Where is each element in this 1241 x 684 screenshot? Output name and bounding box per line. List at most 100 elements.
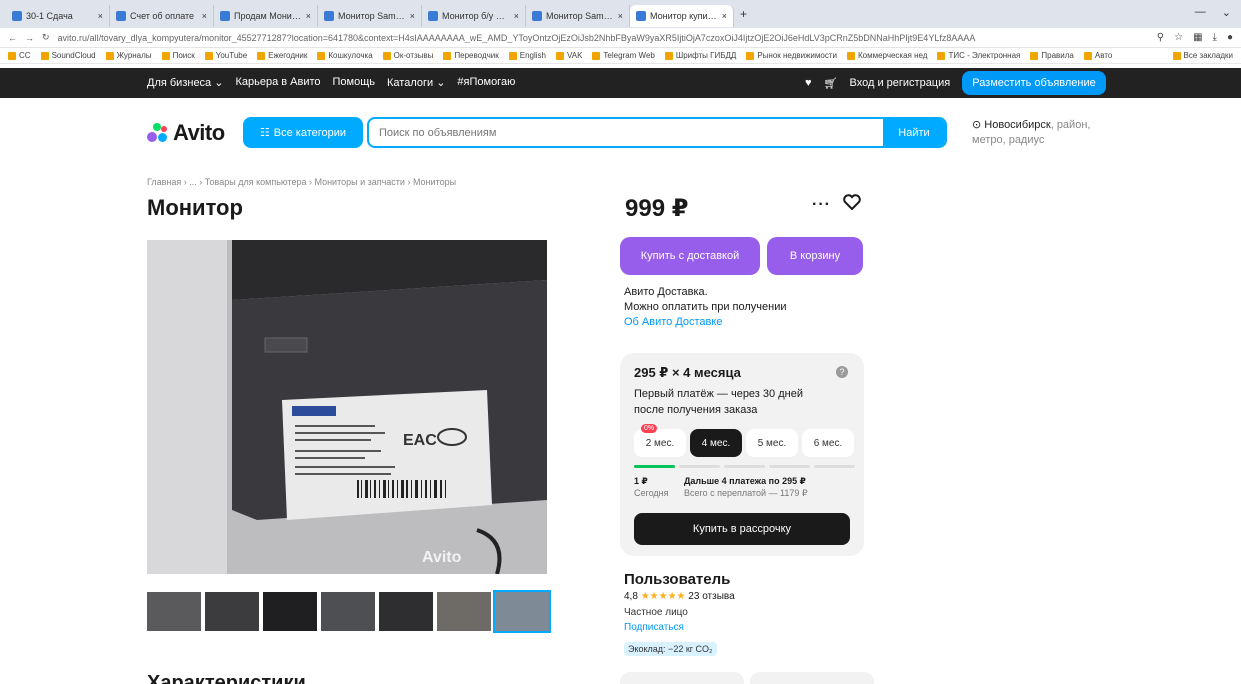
bookmark[interactable]: VAK [556, 51, 582, 60]
bookmark-icon [846, 51, 855, 60]
subscribe-link[interactable]: Подписаться [624, 622, 684, 633]
favorite-heart-icon[interactable] [843, 194, 861, 215]
buy-with-delivery-button[interactable]: Купить с доставкой [620, 237, 760, 275]
login-link[interactable]: Вход и регистрация [850, 77, 951, 89]
nav-help[interactable]: Помощь [333, 76, 376, 89]
more-options-icon[interactable]: ··· [812, 196, 831, 214]
month-option-5[interactable]: 5 мес. [746, 429, 798, 457]
all-bookmarks[interactable]: Все закладки [1172, 51, 1233, 60]
month-option-4[interactable]: 4 мес. [690, 429, 742, 457]
thumbnail[interactable] [437, 592, 491, 631]
bookmark-icon [1083, 51, 1092, 60]
bookmark[interactable]: ТИС - Электронная [937, 51, 1020, 60]
search-input[interactable] [369, 126, 883, 139]
close-icon[interactable]: × [202, 11, 207, 21]
bookmark[interactable]: Ок-отзывы [382, 51, 433, 60]
seller-name[interactable]: Пользователь [624, 571, 730, 588]
download-icon[interactable]: ⤓ [1213, 32, 1217, 43]
browser-tab[interactable]: Монитор Samsung LS19C3× [318, 5, 422, 27]
avito-logo[interactable]: Avito [147, 120, 225, 146]
thumbnail[interactable] [205, 592, 259, 631]
close-icon[interactable]: × [722, 11, 727, 21]
bookmark[interactable]: Правила [1030, 51, 1074, 60]
star-icon[interactable]: ☆ [1174, 32, 1183, 43]
breadcrumb[interactable]: Главная › ... › Товары для компьютера › … [147, 177, 456, 187]
close-icon[interactable]: × [410, 11, 415, 21]
close-icon[interactable]: × [514, 11, 519, 21]
close-icon[interactable]: × [306, 11, 311, 21]
photo-watermark: Avito [422, 549, 462, 566]
address-bar: ← → ↻ avito.ru/all/tovary_dlya_kompyuter… [0, 28, 1241, 48]
action-pill[interactable] [620, 672, 744, 684]
month-option-2[interactable]: 2 мес. [634, 429, 686, 457]
browser-tab-active[interactable]: Монитор купить в Новоси× [630, 5, 734, 27]
installment-card: 295 ₽ × 4 месяца ? Первый платёж — через… [620, 353, 864, 556]
nav-catalogs[interactable]: Каталоги ⌄ [387, 76, 445, 89]
thumbnail[interactable] [147, 592, 201, 631]
thumbnail[interactable] [321, 592, 375, 631]
browser-tab[interactable]: Счет об оплате × [110, 5, 214, 27]
browser-tab[interactable]: Монитор б/у ремонтн× [422, 5, 526, 27]
add-to-cart-button[interactable]: В корзину [767, 237, 863, 275]
bookmark[interactable]: Шрифты ГИБДД [664, 51, 736, 60]
bookmark[interactable]: Журналы [105, 51, 152, 60]
bottom-action-pills [620, 672, 874, 684]
bookmark[interactable]: Поиск [161, 51, 195, 60]
new-tab-button[interactable]: + [740, 7, 747, 21]
installment-months: 2 мес. 4 мес. 5 мес. 6 мес. [634, 429, 854, 457]
bookmark[interactable]: Коммерческая нед [846, 51, 927, 60]
dropdown-icon[interactable]: ⌄ [1222, 6, 1231, 19]
search-button[interactable]: Найти [883, 119, 945, 146]
browser-tab[interactable]: Продам Монитор Samsung LS1× [214, 5, 318, 27]
reload-icon[interactable]: ↻ [42, 32, 50, 43]
minimize-icon[interactable]: — [1195, 6, 1206, 19]
bookmark-icon [556, 51, 564, 60]
browser-tabbar: 30-1 Сдача × Счет об оплате × Продам Монит… [0, 0, 1241, 28]
favorites-heart-icon[interactable]: ♥ [805, 77, 812, 89]
bookmark[interactable]: YouTube [204, 51, 247, 60]
all-categories-button[interactable]: ☷ Все категории [243, 117, 363, 148]
back-icon[interactable]: ← [8, 33, 17, 43]
seller-rating[interactable]: 4,8 ★★★★★ 23 отзыва [624, 591, 735, 602]
nav-business[interactable]: Для бизнеса ⌄ [147, 76, 223, 89]
bookmark[interactable]: Переводчик [443, 51, 499, 60]
url-field[interactable]: avito.ru/all/tovary_dlya_kompyutera/moni… [58, 33, 1149, 43]
browser-tab[interactable]: Монитор Samsung LS19C3× [526, 5, 630, 27]
bookmark[interactable]: Рынок недвижимости [746, 51, 837, 60]
bookmark[interactable]: СС [8, 51, 31, 60]
month-option-6[interactable]: 6 мес. [802, 429, 854, 457]
main-product-photo[interactable]: EAC Avito [147, 240, 547, 574]
bookmark[interactable]: Ежегодник [257, 51, 307, 60]
zoom-icon[interactable]: ⚲ [1157, 32, 1164, 43]
extension-icon[interactable]: ▦ [1193, 32, 1202, 43]
delivery-info-link[interactable]: Об Авито Доставке [624, 315, 787, 330]
bookmark[interactable]: SoundCloud [40, 51, 96, 60]
location-selector[interactable]: ⊙ Новосибирск, район, метро, радиус [972, 118, 1112, 148]
bookmark[interactable]: English [508, 51, 546, 60]
nav-career[interactable]: Карьера в Авито [235, 76, 320, 89]
forward-icon[interactable]: → [25, 33, 34, 43]
installment-subtitle: Первый платёж — через 30 дней после полу… [634, 388, 803, 416]
nav-ihelp[interactable]: #яПомогаю [457, 76, 515, 89]
thumbnail[interactable] [379, 592, 433, 631]
buy-installment-button[interactable]: Купить в рассрочку [634, 513, 850, 545]
bookmark[interactable]: Авто [1083, 51, 1112, 60]
close-icon[interactable]: × [98, 11, 103, 21]
action-pill[interactable] [750, 672, 874, 684]
installment-progress [634, 465, 855, 468]
window-controls: — ⌄ [1195, 6, 1231, 19]
post-ad-button[interactable]: Разместить объявление [962, 71, 1106, 95]
bookmark[interactable]: Кошкулочка [317, 51, 373, 60]
bookmark[interactable]: Telegram Web [592, 51, 655, 60]
profile-icon[interactable]: ● [1227, 32, 1233, 43]
thumbnail-selected[interactable] [493, 590, 551, 633]
browser-tab[interactable]: 30-1 Сдача × [6, 5, 110, 27]
help-icon[interactable]: ? [836, 366, 848, 378]
thumbnail[interactable] [263, 592, 317, 631]
tab-favicon-icon [116, 11, 126, 21]
close-icon[interactable]: × [618, 11, 623, 21]
price: 999 ₽ [625, 195, 689, 222]
bookmark-icon [317, 51, 326, 60]
cart-icon[interactable]: 🛒︎ [824, 77, 838, 90]
photo-thumbnails [147, 590, 551, 633]
